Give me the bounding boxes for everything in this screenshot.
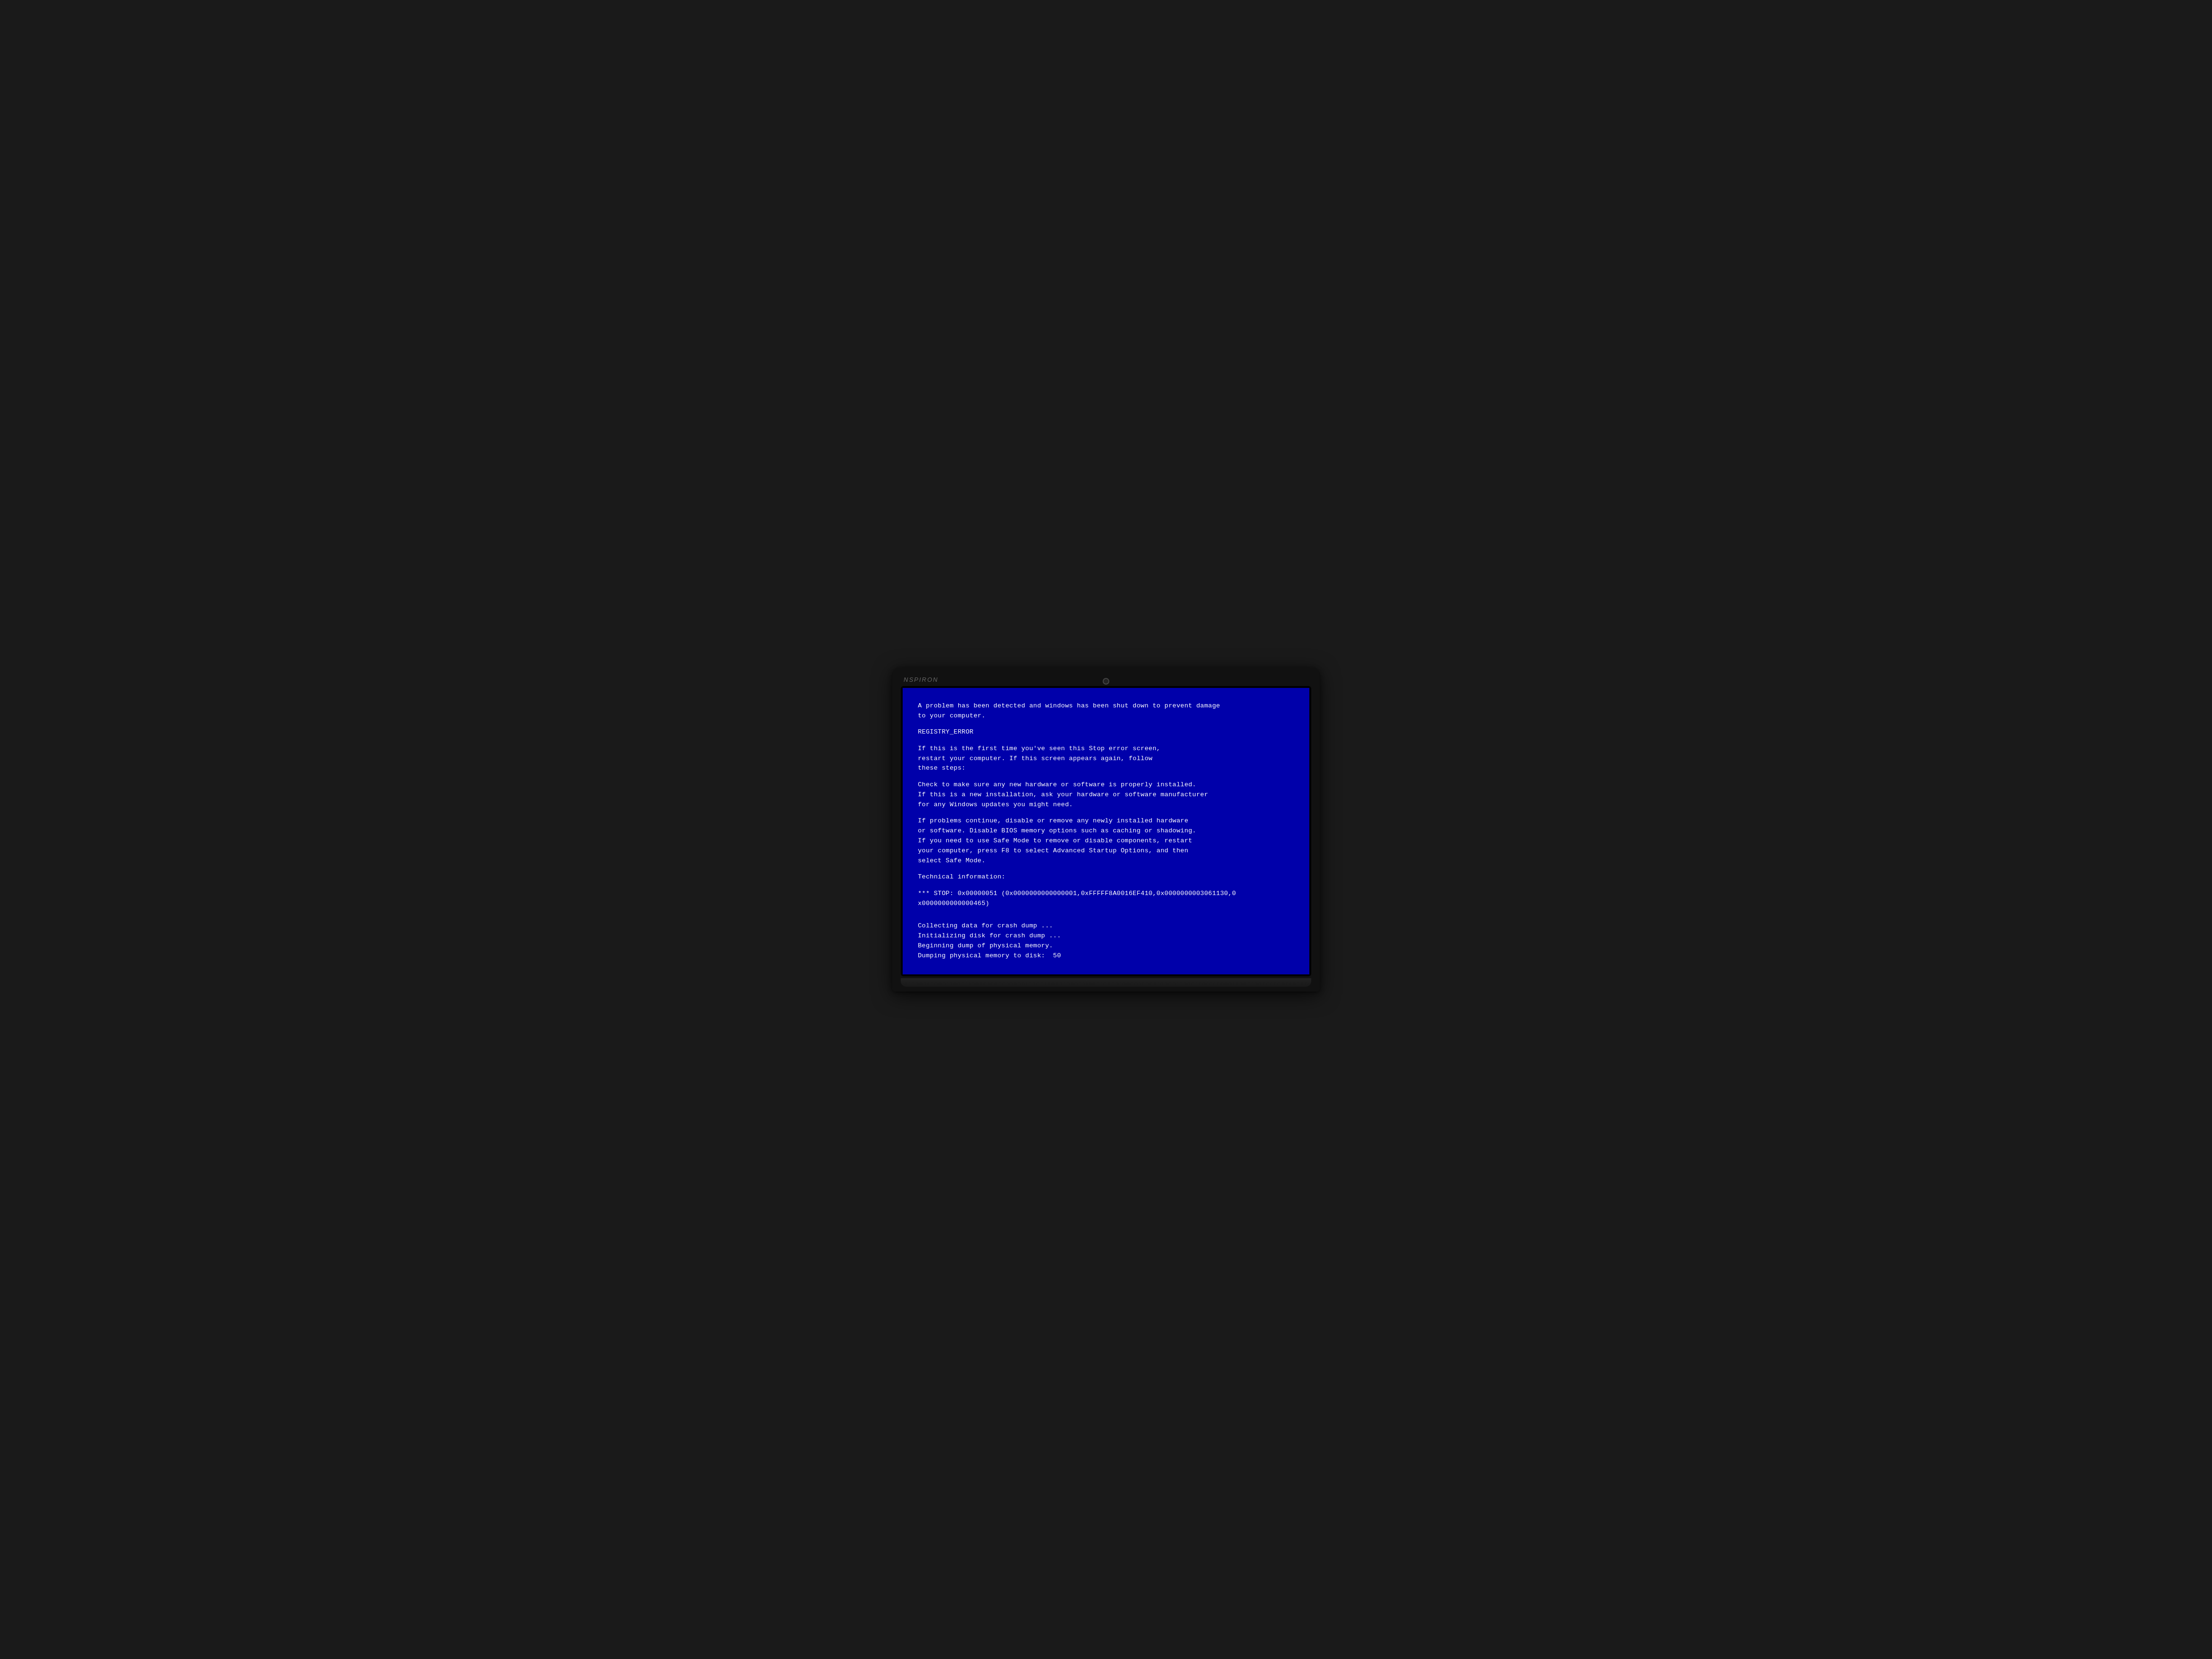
bsod-line3: If this is the first time you've seen th… xyxy=(918,744,1294,754)
bsod-spacer7 xyxy=(918,908,1294,915)
bsod-line11: If you need to use Safe Mode to remove o… xyxy=(918,836,1294,846)
webcam xyxy=(1103,678,1109,685)
bsod-collecting: Collecting data for crash dump ... xyxy=(918,921,1294,931)
bsod-spacer6 xyxy=(918,882,1294,889)
bsod-stop-line1: *** STOP: 0x00000051 (0x0000000000000001… xyxy=(918,889,1294,899)
bsod-spacer8 xyxy=(918,915,1294,922)
bsod-line10: or software. Disable BIOS memory options… xyxy=(918,826,1294,836)
bsod-error-code: REGISTRY_ERROR xyxy=(918,727,1294,737)
bsod-spacer1 xyxy=(918,721,1294,728)
bsod-spacer4 xyxy=(918,810,1294,817)
bsod-line12: your computer, press F8 to select Advanc… xyxy=(918,846,1294,856)
bsod-dumping: Dumping physical memory to disk: 50 xyxy=(918,951,1294,961)
bsod-line8: for any Windows updates you might need. xyxy=(918,800,1294,810)
bsod-initializing: Initializing disk for crash dump ... xyxy=(918,931,1294,941)
bsod-line9: If problems continue, disable or remove … xyxy=(918,816,1294,826)
bsod-spacer3 xyxy=(918,773,1294,780)
laptop-brand: NSPIRON xyxy=(904,676,938,683)
bsod-screen: A problem has been detected and windows … xyxy=(903,688,1309,974)
screen-bezel: A problem has been detected and windows … xyxy=(901,686,1311,976)
bsod-line2: to your computer. xyxy=(918,711,1294,721)
bsod-spacer5 xyxy=(918,866,1294,873)
bsod-line13: select Safe Mode. xyxy=(918,856,1294,866)
bsod-beginning: Beginning dump of physical memory. xyxy=(918,941,1294,951)
laptop-bottom xyxy=(901,978,1311,987)
bsod-line1: A problem has been detected and windows … xyxy=(918,701,1294,711)
bsod-spacer2 xyxy=(918,737,1294,744)
laptop: NSPIRON A problem has been detected and … xyxy=(892,667,1320,992)
bsod-stop-line2: x0000000000000465) xyxy=(918,899,1294,909)
bsod-line4: restart your computer. If this screen ap… xyxy=(918,754,1294,764)
bsod-line5: these steps: xyxy=(918,763,1294,773)
bsod-line7: If this is a new installation, ask your … xyxy=(918,790,1294,800)
bsod-line14: Technical information: xyxy=(918,872,1294,882)
bsod-line6: Check to make sure any new hardware or s… xyxy=(918,780,1294,790)
